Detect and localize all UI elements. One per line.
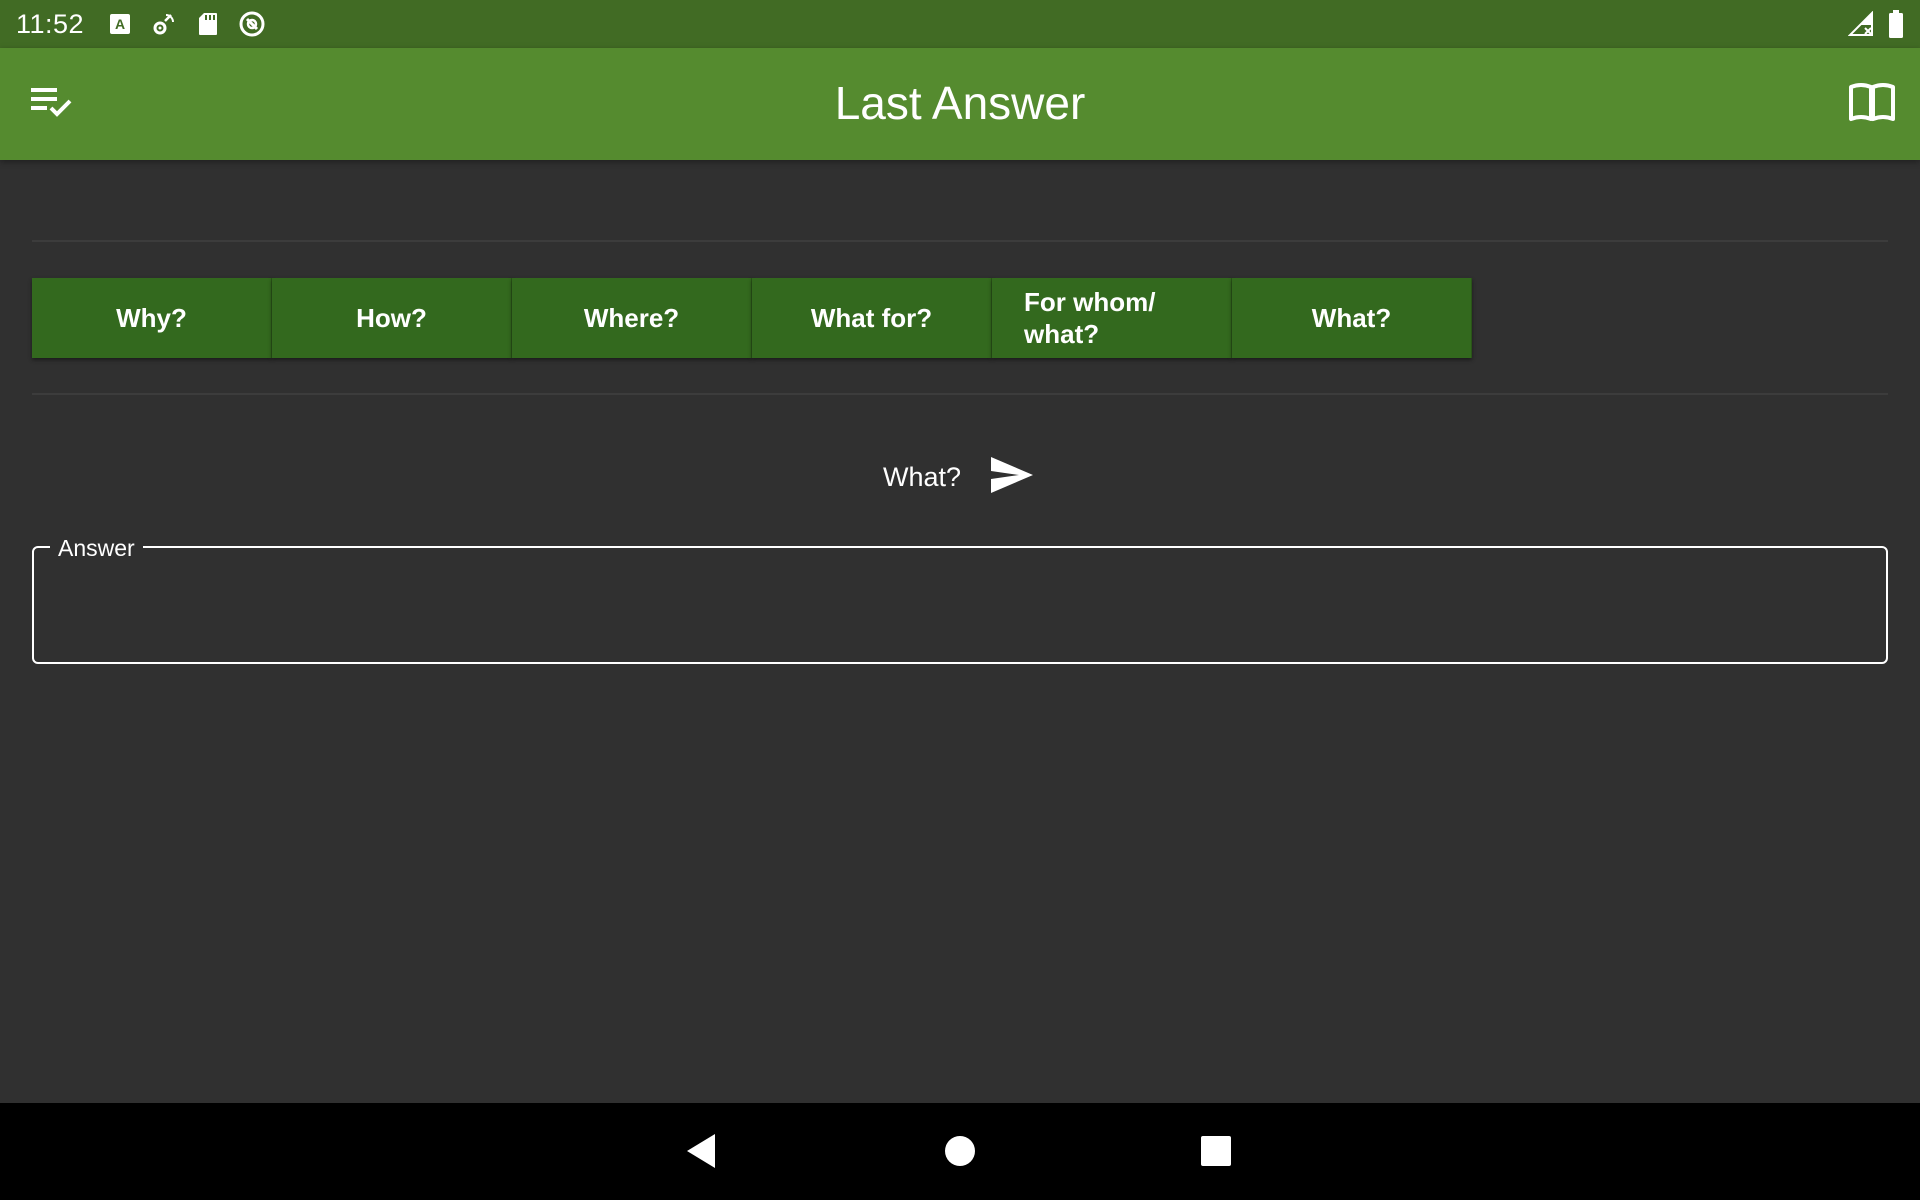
- sd-card-icon: [194, 10, 222, 38]
- answer-label: Answer: [50, 535, 143, 562]
- signal-icon: [1847, 10, 1874, 42]
- question-button-what-for[interactable]: What for?: [752, 278, 992, 358]
- book-button[interactable]: [1842, 76, 1902, 132]
- sync-off-icon: [238, 10, 266, 38]
- status-icons-right: [1847, 10, 1904, 43]
- question-button-why[interactable]: Why?: [32, 278, 272, 358]
- recents-icon: [1200, 1135, 1232, 1172]
- divider-bottom: [32, 393, 1888, 395]
- selected-question-row: What?: [0, 452, 1920, 502]
- back-icon: [685, 1132, 719, 1175]
- answer-field[interactable]: Answer: [32, 535, 1888, 664]
- question-button-how[interactable]: How?: [272, 278, 512, 358]
- home-button[interactable]: [936, 1129, 984, 1177]
- book-open-icon: [1848, 82, 1896, 127]
- app-bar: Last Answer: [0, 48, 1920, 160]
- settings-antenna-icon: [150, 10, 178, 38]
- question-button-where[interactable]: Where?: [512, 278, 752, 358]
- send-button[interactable]: [987, 452, 1037, 502]
- recents-button[interactable]: [1192, 1129, 1240, 1177]
- svg-text:A: A: [115, 16, 125, 32]
- font-a-icon: A: [106, 10, 134, 38]
- page-title: Last Answer: [834, 77, 1086, 129]
- question-button-for-whom-what[interactable]: For whom/ what?: [992, 278, 1232, 358]
- question-button-for-whom-what-label: For whom/ what?: [1024, 287, 1156, 349]
- battery-icon: [1888, 10, 1904, 43]
- back-button[interactable]: [678, 1129, 726, 1177]
- question-button-row: Why? How? Where? What for? For whom/ wha…: [32, 278, 1472, 358]
- status-bar: 11:52 A: [0, 0, 1920, 48]
- navigation-bar: [0, 1103, 1920, 1200]
- home-icon: [943, 1134, 977, 1173]
- status-icons-left: A: [106, 10, 266, 38]
- answer-input[interactable]: [54, 578, 1866, 638]
- divider-top: [32, 240, 1888, 242]
- send-icon: [989, 455, 1035, 500]
- selected-question-label: What?: [882, 461, 962, 492]
- question-button-what[interactable]: What?: [1232, 278, 1472, 358]
- status-time: 11:52: [16, 8, 85, 39]
